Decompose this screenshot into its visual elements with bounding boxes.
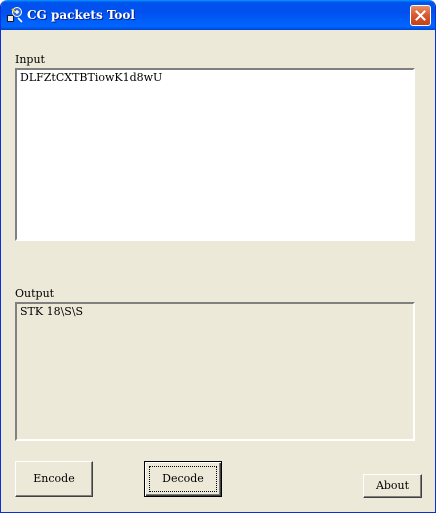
output-field[interactable]: STK 18\S\S (15, 302, 415, 441)
about-button[interactable]: About (363, 474, 422, 498)
output-label: Output (15, 287, 55, 300)
decode-button[interactable]: Decode (144, 461, 222, 497)
encode-button[interactable]: Encode (15, 461, 93, 497)
window-title: CG packets Tool (27, 8, 135, 22)
input-field[interactable]: DLFZtCXTBTiowK1d8wU (15, 68, 415, 241)
input-label: Input (15, 53, 45, 66)
close-icon (415, 10, 426, 21)
close-button[interactable] (410, 5, 431, 26)
decode-button-label: Decode (162, 472, 204, 485)
main-window: CG packets Tool Input DLFZtCXTBTiowK1d8w… (0, 0, 436, 513)
title-bar[interactable]: CG packets Tool (1, 0, 435, 30)
about-button-label: About (375, 479, 410, 492)
encode-button-label: Encode (33, 472, 75, 485)
app-icon (6, 6, 24, 24)
